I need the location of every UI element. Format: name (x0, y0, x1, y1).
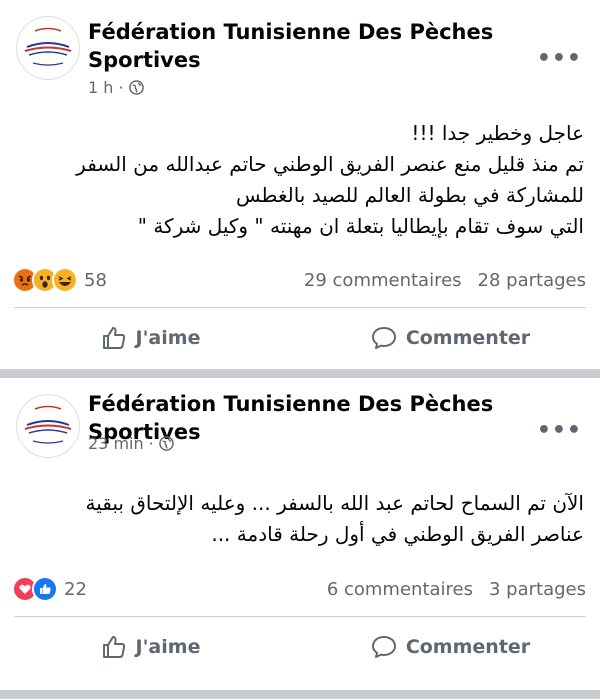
post-header: Fédération Tunisienne Des Pèches Sportiv… (0, 0, 600, 110)
meta-dot: · (148, 434, 154, 453)
federation-logo-icon (18, 18, 78, 78)
page-avatar[interactable] (16, 394, 80, 458)
page-avatar[interactable] (16, 16, 80, 80)
post-text: عاجل وخطير جدا !!! تم منذ قليل منع عنصر … (76, 121, 584, 238)
comments-count[interactable]: 29 commentaires (304, 270, 462, 291)
post-actions: J'aime Commenter (0, 313, 600, 363)
reactions-summary[interactable]: 22 (12, 576, 87, 602)
more-options-button[interactable]: ••• (537, 46, 582, 71)
globe-icon[interactable] (158, 436, 174, 451)
like-button[interactable]: J'aime (0, 622, 300, 672)
reaction-count: 58 (84, 269, 107, 291)
meta-dot: · (118, 78, 124, 97)
post-stats: 22 6 commentaires 3 partages (12, 574, 586, 604)
post-card: Fédération Tunisienne Des Pèches Sportiv… (0, 378, 600, 690)
stats-right: 29 commentaires 28 partages (304, 270, 586, 291)
reaction-count: 22 (64, 578, 87, 600)
more-options-button[interactable]: ••• (537, 418, 582, 443)
federation-logo-icon (18, 396, 78, 456)
reactions-summary[interactable]: 58 (12, 267, 107, 293)
comment-label: Commenter (405, 327, 531, 349)
comments-count[interactable]: 6 commentaires (327, 579, 473, 600)
haha-icon (52, 267, 78, 293)
stats-right: 6 commentaires 3 partages (327, 579, 586, 600)
comment-button[interactable]: Commenter (300, 313, 600, 363)
comment-icon (371, 636, 396, 658)
post-separator (0, 690, 600, 699)
post-time[interactable]: 1 h (88, 78, 113, 97)
divider (14, 307, 586, 308)
post-time[interactable]: 23 min (88, 434, 144, 453)
like-label: J'aime (135, 636, 201, 658)
thumbs-up-icon (102, 327, 125, 349)
like-icon (32, 576, 58, 602)
post-card: Fédération Tunisienne Des Pèches Sportiv… (0, 0, 600, 369)
post-meta: 23 min · (88, 434, 174, 453)
post-stats: 58 29 commentaires 28 partages (12, 265, 586, 295)
shares-count[interactable]: 3 partages (489, 579, 586, 600)
shares-count[interactable]: 28 partages (478, 270, 586, 291)
comment-label: Commenter (405, 636, 531, 658)
thumbs-up-icon (102, 636, 125, 658)
comment-button[interactable]: Commenter (300, 622, 600, 672)
like-label: J'aime (135, 327, 201, 349)
globe-icon[interactable] (128, 80, 144, 95)
post-header: Fédération Tunisienne Des Pèches Sportiv… (0, 378, 600, 488)
comment-icon (371, 327, 396, 349)
post-actions: J'aime Commenter (0, 622, 600, 672)
page-name[interactable]: Fédération Tunisienne Des Pèches Sportiv… (88, 18, 528, 74)
post-separator (0, 369, 600, 378)
like-button[interactable]: J'aime (0, 313, 300, 363)
post-text: الآن تم السماح لحاتم عبد الله بالسفر ...… (85, 491, 584, 546)
divider (14, 616, 586, 617)
post-meta: 1 h · (88, 78, 144, 97)
